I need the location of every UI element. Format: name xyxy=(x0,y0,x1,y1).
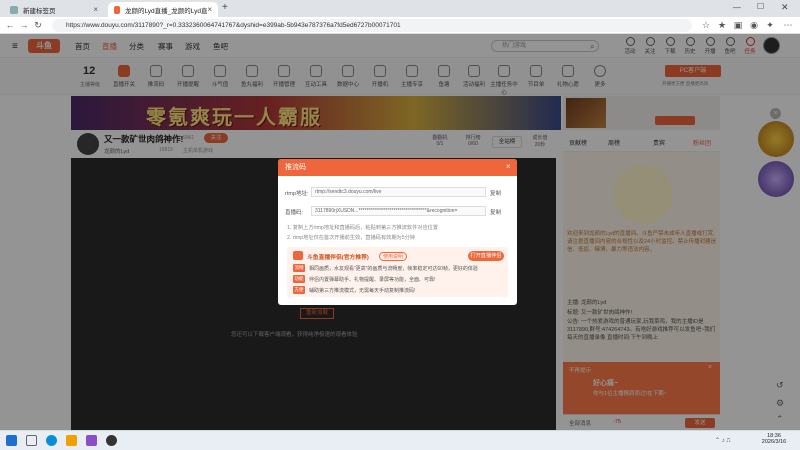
promo-item-3: 辅助第三方推流模式，无需每天手动复制推流码! xyxy=(309,288,416,294)
close-icon[interactable]: × xyxy=(93,5,98,14)
refresh-icon[interactable]: ↻ xyxy=(32,19,44,31)
url-input[interactable]: https://www.douyu.com/3117890?_r=0.33323… xyxy=(52,19,692,32)
close-icon[interactable]: × xyxy=(207,5,212,14)
obs-icon[interactable] xyxy=(106,435,117,446)
tip-1: 1. 复制上方rtmp地址和直播码后，粘贴到第三方推流软件对应位置 xyxy=(287,225,439,231)
tag-function: 功能 xyxy=(293,275,305,283)
profile-icon[interactable]: ◉ xyxy=(748,19,760,31)
file-explorer-icon[interactable] xyxy=(66,435,77,446)
collections-icon[interactable]: ▣ xyxy=(732,19,744,31)
browser-tab-bar: 新建标签页 × 龙颜的Lyd直播_龙颜的Lyd直播_斗鱼... × + — ☐ … xyxy=(0,0,800,17)
browser-tab-newtab[interactable]: 新建标签页 × xyxy=(4,2,104,17)
usage-guide-link[interactable]: 使用说明 xyxy=(379,252,408,261)
back-icon[interactable]: ← xyxy=(4,19,16,31)
menu-icon[interactable]: ⋯ xyxy=(782,19,794,31)
tag-convenient: 方便 xyxy=(293,286,305,294)
browser-tab-douyu[interactable]: 龙颜的Lyd直播_龙颜的Lyd直播_斗鱼... × xyxy=(108,2,218,17)
extensions-icon[interactable]: ✦ xyxy=(764,19,776,31)
windows-start-icon[interactable] xyxy=(6,435,17,446)
modal-title: 推流码 xyxy=(278,159,517,176)
copy-rtmp-button[interactable]: 复制 xyxy=(490,189,501,197)
rtmp-field[interactable]: rtmp://sendtc3.douyu.com/live xyxy=(311,187,486,197)
tag-smooth: 流畅 xyxy=(293,264,305,272)
tab-label: 新建标签页 xyxy=(23,7,56,15)
tip-2: 2. rtmp地址仅在首次开播前生效，直播码有效期为5分钟 xyxy=(287,235,415,241)
stream-code-modal: 推流码 × rtmp地址: rtmp://sendtc3.douyu.com/l… xyxy=(278,159,517,305)
copy-code-button[interactable]: 复制 xyxy=(490,208,501,216)
tray-icons[interactable]: ⌃ ♪ ⎍ xyxy=(715,437,731,445)
maximize-icon[interactable]: ☐ xyxy=(757,2,764,11)
new-tab-button[interactable]: + xyxy=(222,2,228,13)
code-label: 直播码: xyxy=(285,210,304,216)
code-field[interactable]: 3117890rjXUSDN...***********************… xyxy=(311,206,486,216)
forward-icon[interactable]: → xyxy=(18,19,30,31)
promo-title: 斗鱼直播伴侣(官方推荐) xyxy=(307,255,369,261)
newtab-icon xyxy=(10,5,18,14)
rtmp-label: rtmp地址: xyxy=(285,191,309,197)
promo-item-1: 相同画质，水友观看“更高”的画质与流畅度，帧率稳定可达60帧，更好的体验 xyxy=(309,266,478,272)
taskbar: ⌃ ♪ ⎍ 18:36 2026/3/16 xyxy=(0,430,800,450)
favorites-icon[interactable]: ★ xyxy=(716,19,728,31)
douyu-favicon xyxy=(114,5,120,14)
open-companion-button[interactable]: 打开直播伴侣 xyxy=(468,251,504,261)
douyu-companion-icon xyxy=(293,251,303,260)
companion-promo: 斗鱼直播伴侣(官方推荐) 使用说明 打开直播伴侣 流畅 相同画质，水友观看“更高… xyxy=(287,247,508,297)
promo-item-2: 伴侣内置弹幕助手、礼物提醒、录屏等功能，全面、可靠! xyxy=(309,277,436,283)
address-bar-row: ← → ↻ https://www.douyu.com/3117890?_r=0… xyxy=(0,17,800,34)
app-icon[interactable] xyxy=(86,435,97,446)
window-close-icon[interactable]: ✕ xyxy=(781,2,789,13)
modal-close-icon[interactable]: × xyxy=(506,162,511,171)
minimize-icon[interactable]: — xyxy=(733,3,741,12)
edge-icon[interactable] xyxy=(46,435,57,446)
bookmark-icon[interactable]: ☆ xyxy=(700,19,712,31)
tab-label: 龙颜的Lyd直播_龙颜的Lyd直播_斗鱼... xyxy=(124,7,208,15)
clock[interactable]: 18:36 2026/3/16 xyxy=(756,433,792,445)
search-icon[interactable] xyxy=(26,435,37,446)
